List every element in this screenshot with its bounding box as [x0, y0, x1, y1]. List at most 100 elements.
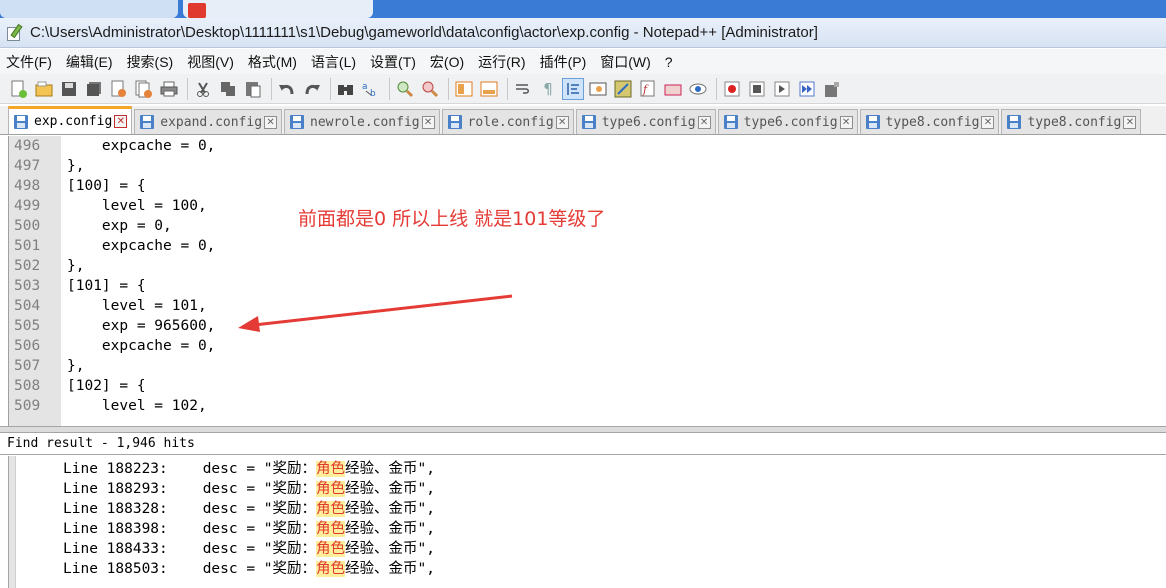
close-all-icon[interactable]: [133, 78, 155, 100]
redo-icon[interactable]: [301, 78, 323, 100]
browser-tab[interactable]: [183, 0, 373, 18]
line-number: 507: [9, 356, 61, 376]
function-list-icon[interactable]: f: [637, 78, 659, 100]
line-number: 509: [9, 396, 61, 416]
code-text: [100] = {: [67, 178, 146, 194]
menu-edit[interactable]: 编辑(E): [66, 52, 113, 72]
menu-help[interactable]: ?: [665, 54, 673, 70]
tab-exp-config[interactable]: exp.config ✕: [8, 106, 133, 134]
close-icon[interactable]: ✕: [114, 115, 128, 128]
tab-type6-config-2[interactable]: type6.config ✕: [717, 109, 858, 134]
close-icon[interactable]: ✕: [839, 115, 853, 129]
toolbar-separator: [187, 77, 188, 100]
close-icon[interactable]: ✕: [697, 115, 711, 129]
menu-file[interactable]: 文件(F): [6, 52, 52, 72]
tab-type6-config[interactable]: type6.config ✕: [575, 109, 716, 134]
line-number: 496: [9, 136, 61, 156]
toolbar-separator: [716, 77, 717, 100]
code-editor[interactable]: 496 expcache = 0, 497}, 498 [100] = { 499…: [8, 136, 1166, 426]
result-text-after: 经验、金币",: [345, 541, 435, 557]
tab-label: newrole.config: [310, 114, 420, 130]
find-result-panel[interactable]: Line 188223: desc = "奖励：角色经验、金币", Line 1…: [8, 456, 1166, 588]
tab-newrole-config[interactable]: newrole.config ✕: [284, 109, 440, 134]
saved-file-icon: [290, 115, 305, 129]
menu-search[interactable]: 搜索(S): [127, 52, 174, 72]
tab-label: expand.config: [160, 114, 263, 130]
sync-horizontal-icon[interactable]: [478, 78, 500, 100]
open-file-icon[interactable]: [33, 78, 55, 100]
run-macro-multiple-icon[interactable]: [796, 78, 818, 100]
menu-macro[interactable]: 宏(O): [430, 52, 464, 72]
folder-workspace-icon[interactable]: [662, 78, 684, 100]
tab-label: type6.config: [743, 114, 838, 130]
save-macro-icon[interactable]: [821, 78, 843, 100]
paste-icon[interactable]: [242, 78, 264, 100]
code-line: 497},: [9, 156, 1166, 176]
code-line: 506 expcache = 0,: [9, 336, 1166, 356]
result-line-number: Line 188398:: [63, 521, 168, 537]
menu-format[interactable]: 格式(M): [248, 52, 297, 72]
find-result-row[interactable]: Line 188328: desc = "奖励：角色经验、金币",: [9, 499, 435, 519]
zoom-in-icon[interactable]: [394, 78, 416, 100]
monitoring-icon[interactable]: [687, 78, 709, 100]
save-all-icon[interactable]: [83, 78, 105, 100]
code-line: 496 expcache = 0,: [9, 136, 1166, 156]
find-result-row[interactable]: Line 188503: desc = "奖励：角色经验、金币",: [9, 559, 435, 579]
document-map-icon[interactable]: [612, 78, 634, 100]
new-file-icon[interactable]: [8, 78, 30, 100]
result-text-before: desc = "奖励：: [202, 501, 317, 517]
indent-guide-icon[interactable]: [562, 77, 584, 100]
result-match: 角色: [316, 501, 346, 517]
result-match: 角色: [316, 481, 346, 497]
sync-vertical-icon[interactable]: [453, 78, 475, 100]
tab-label: type6.config: [601, 114, 696, 130]
tab-role-config[interactable]: role.config ✕: [441, 109, 574, 134]
tab-type8-config[interactable]: type8.config ✕: [859, 109, 1000, 134]
word-wrap-icon[interactable]: [512, 78, 534, 100]
result-match: 角色: [316, 561, 346, 577]
result-line-number: Line 188293:: [63, 481, 168, 497]
stop-macro-icon[interactable]: [746, 78, 768, 100]
result-text-before: desc = "奖励：: [202, 561, 317, 577]
close-icon[interactable]: ✕: [264, 115, 278, 129]
tab-label: type8.config: [1027, 114, 1122, 130]
browser-tab-strip: [0, 0, 1166, 18]
find-result-row[interactable]: Line 188293: desc = "奖励：角色经验、金币",: [9, 479, 435, 499]
menu-language[interactable]: 语言(L): [311, 52, 356, 72]
notepad-plus-plus-icon: [6, 23, 24, 42]
user-language-icon[interactable]: [587, 78, 609, 100]
menu-window[interactable]: 窗口(W): [600, 52, 651, 72]
find-result-row[interactable]: Line 188223: desc = "奖励：角色经验、金币",: [9, 459, 435, 479]
menu-view[interactable]: 视图(V): [187, 52, 234, 72]
close-icon[interactable]: ✕: [421, 115, 435, 129]
find-result-row[interactable]: Line 188433: desc = "奖励：角色经验、金币",: [9, 539, 435, 559]
find-result-row[interactable]: Line 188398: desc = "奖励：角色经验、金币",: [9, 519, 435, 539]
result-line-number: Line 188328:: [63, 501, 168, 517]
close-icon[interactable]: ✕: [555, 115, 569, 129]
menu-settings[interactable]: 设置(T): [370, 52, 416, 72]
saved-file-icon: [865, 115, 880, 129]
close-icon[interactable]: [108, 78, 130, 100]
print-icon[interactable]: [158, 78, 180, 100]
copy-icon[interactable]: [217, 78, 239, 100]
menu-run[interactable]: 运行(R): [478, 52, 525, 72]
find-icon[interactable]: [335, 78, 357, 100]
save-icon[interactable]: [58, 78, 80, 100]
zoom-out-icon[interactable]: [419, 78, 441, 100]
undo-icon[interactable]: [276, 78, 298, 100]
code-text: [101] = {: [67, 278, 146, 294]
browser-tab-favicon-icon: [188, 3, 206, 18]
replace-icon[interactable]: ab: [360, 78, 382, 100]
tab-type8-config-2[interactable]: type8.config ✕: [1001, 109, 1142, 134]
tab-label: type8.config: [885, 114, 980, 130]
record-macro-icon[interactable]: [721, 78, 743, 100]
browser-tab[interactable]: [0, 0, 178, 18]
menu-plugins[interactable]: 插件(P): [540, 52, 587, 72]
cut-icon[interactable]: [192, 78, 214, 100]
close-icon[interactable]: ✕: [981, 115, 995, 129]
show-all-chars-icon[interactable]: ¶: [537, 78, 559, 100]
result-text-before: desc = "奖励：: [202, 461, 317, 477]
playback-macro-icon[interactable]: [771, 78, 793, 100]
tab-expand-config[interactable]: expand.config ✕: [134, 109, 283, 134]
close-icon[interactable]: ✕: [1123, 115, 1137, 129]
